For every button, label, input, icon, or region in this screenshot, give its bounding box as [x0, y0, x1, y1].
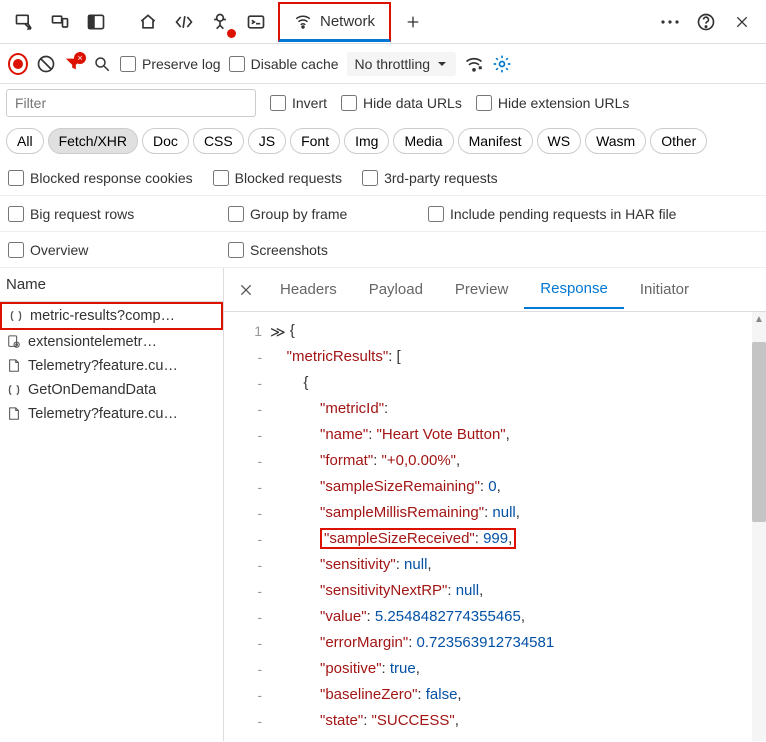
- request-name-label: Telemetry?feature.cu…: [28, 358, 178, 374]
- filter-row: Invert Hide data URLs Hide extension URL…: [0, 84, 766, 122]
- tab-response[interactable]: Response: [524, 270, 624, 309]
- record-button[interactable]: [8, 54, 28, 74]
- request-row[interactable]: metric-results?comp…: [0, 302, 223, 330]
- inspect-icon[interactable]: [6, 4, 42, 40]
- type-fetchxhr-button[interactable]: Fetch/XHR: [48, 128, 138, 154]
- network-tab[interactable]: Network: [278, 2, 391, 42]
- preserve-log-label: Preserve log: [142, 56, 221, 72]
- welcome-tab-icon[interactable]: [130, 4, 166, 40]
- type-wasm-button[interactable]: Wasm: [585, 128, 646, 154]
- disable-cache-checkbox[interactable]: Disable cache: [229, 56, 339, 72]
- more-icon[interactable]: [652, 4, 688, 40]
- display-options-row-1: Big request rows Group by frame Include …: [0, 196, 766, 232]
- network-toolbar: × Preserve log Disable cache No throttli…: [0, 44, 766, 84]
- filter-badge-icon: ×: [74, 52, 86, 64]
- type-font-button[interactable]: Font: [290, 128, 340, 154]
- network-conditions-icon[interactable]: [464, 54, 484, 74]
- wifi-icon: [294, 12, 312, 30]
- tab-initiator[interactable]: Initiator: [624, 271, 705, 308]
- type-js-button[interactable]: JS: [248, 128, 286, 154]
- request-row[interactable]: GetOnDemandData: [0, 378, 223, 402]
- type-doc-button[interactable]: Doc: [142, 128, 189, 154]
- invert-checkbox[interactable]: Invert: [270, 95, 327, 111]
- json-file-icon: [6, 382, 22, 398]
- requests-name-panel: Name metric-results?comp… extensiontelem…: [0, 268, 224, 741]
- close-detail-icon[interactable]: [228, 282, 264, 298]
- devtools-top-toolbar: Network: [0, 0, 766, 44]
- preserve-log-checkbox[interactable]: Preserve log: [120, 56, 221, 72]
- screenshots-checkbox[interactable]: Screenshots: [228, 242, 328, 258]
- response-body[interactable]: 1 --------------- ≫{ "metricResults": [ …: [224, 312, 766, 741]
- clear-button[interactable]: [36, 54, 56, 74]
- type-manifest-button[interactable]: Manifest: [458, 128, 533, 154]
- request-name-label: Telemetry?feature.cu…: [28, 406, 178, 422]
- overview-checkbox[interactable]: Overview: [8, 242, 208, 258]
- hide-data-urls-checkbox[interactable]: Hide data URLs: [341, 95, 462, 111]
- close-devtools-icon[interactable]: [724, 4, 760, 40]
- help-icon[interactable]: [688, 4, 724, 40]
- include-har-checkbox[interactable]: Include pending requests in HAR file: [428, 206, 676, 222]
- request-row[interactable]: extensiontelemetr…: [0, 330, 223, 354]
- doc-gear-file-icon: [6, 334, 22, 350]
- request-name-label: GetOnDemandData: [28, 382, 156, 398]
- group-by-frame-checkbox[interactable]: Group by frame: [228, 206, 408, 222]
- sources-tab-icon[interactable]: [202, 4, 238, 40]
- blocked-cookies-checkbox[interactable]: Blocked response cookies: [8, 170, 193, 186]
- json-file-icon: [8, 308, 24, 324]
- doc-file-icon: [6, 358, 22, 374]
- hide-extension-urls-checkbox[interactable]: Hide extension URLs: [476, 95, 630, 111]
- main-split: Name metric-results?comp… extensiontelem…: [0, 268, 766, 741]
- request-detail-panel: Headers Payload Preview Response Initiat…: [224, 268, 766, 741]
- third-party-checkbox[interactable]: 3rd-party requests: [362, 170, 498, 186]
- scrollbar-thumb[interactable]: [752, 342, 766, 522]
- detail-tabs: Headers Payload Preview Response Initiat…: [224, 268, 766, 312]
- scroll-up-icon[interactable]: ▲: [752, 312, 766, 326]
- network-tab-label: Network: [320, 13, 375, 30]
- request-row[interactable]: Telemetry?feature.cu…: [0, 402, 223, 426]
- settings-gear-icon[interactable]: [492, 54, 512, 74]
- requests-list: metric-results?comp… extensiontelemetr… …: [0, 302, 223, 426]
- search-icon[interactable]: [92, 54, 112, 74]
- console-tab-icon[interactable]: [238, 4, 274, 40]
- elements-tab-icon[interactable]: [166, 4, 202, 40]
- request-row[interactable]: Telemetry?feature.cu…: [0, 354, 223, 378]
- doc-file-icon: [6, 406, 22, 422]
- json-content: ≫{ "metricResults": [ { "metricId": "nam…: [270, 318, 766, 734]
- throttling-label: No throttling: [355, 56, 430, 72]
- vertical-scrollbar[interactable]: ▲: [752, 312, 766, 741]
- device-toggle-icon[interactable]: [42, 4, 78, 40]
- blocked-checks-row: Blocked response cookies Blocked request…: [0, 160, 766, 196]
- resource-type-filter-row: All Fetch/XHR Doc CSS JS Font Img Media …: [0, 122, 766, 160]
- dock-icon[interactable]: [78, 4, 114, 40]
- tab-headers[interactable]: Headers: [264, 271, 353, 308]
- type-other-button[interactable]: Other: [650, 128, 707, 154]
- type-css-button[interactable]: CSS: [193, 128, 244, 154]
- type-ws-button[interactable]: WS: [537, 128, 582, 154]
- filter-input[interactable]: [6, 89, 256, 117]
- new-tab-icon[interactable]: [395, 4, 431, 40]
- request-name-label: metric-results?comp…: [30, 308, 175, 324]
- line-gutter: 1 ---------------: [224, 318, 262, 734]
- name-column-header[interactable]: Name: [0, 268, 223, 302]
- type-all-button[interactable]: All: [6, 128, 44, 154]
- blocked-requests-checkbox[interactable]: Blocked requests: [213, 170, 342, 186]
- disable-cache-label: Disable cache: [251, 56, 339, 72]
- throttling-select[interactable]: No throttling: [347, 52, 456, 76]
- type-img-button[interactable]: Img: [344, 128, 389, 154]
- type-media-button[interactable]: Media: [393, 128, 453, 154]
- tab-payload[interactable]: Payload: [353, 271, 439, 308]
- chevron-down-icon: [436, 58, 448, 70]
- filter-toggle-button[interactable]: ×: [64, 54, 84, 74]
- tab-preview[interactable]: Preview: [439, 271, 524, 308]
- request-name-label: extensiontelemetr…: [28, 334, 157, 350]
- display-options-row-2: Overview Screenshots: [0, 232, 766, 268]
- big-rows-checkbox[interactable]: Big request rows: [8, 206, 208, 222]
